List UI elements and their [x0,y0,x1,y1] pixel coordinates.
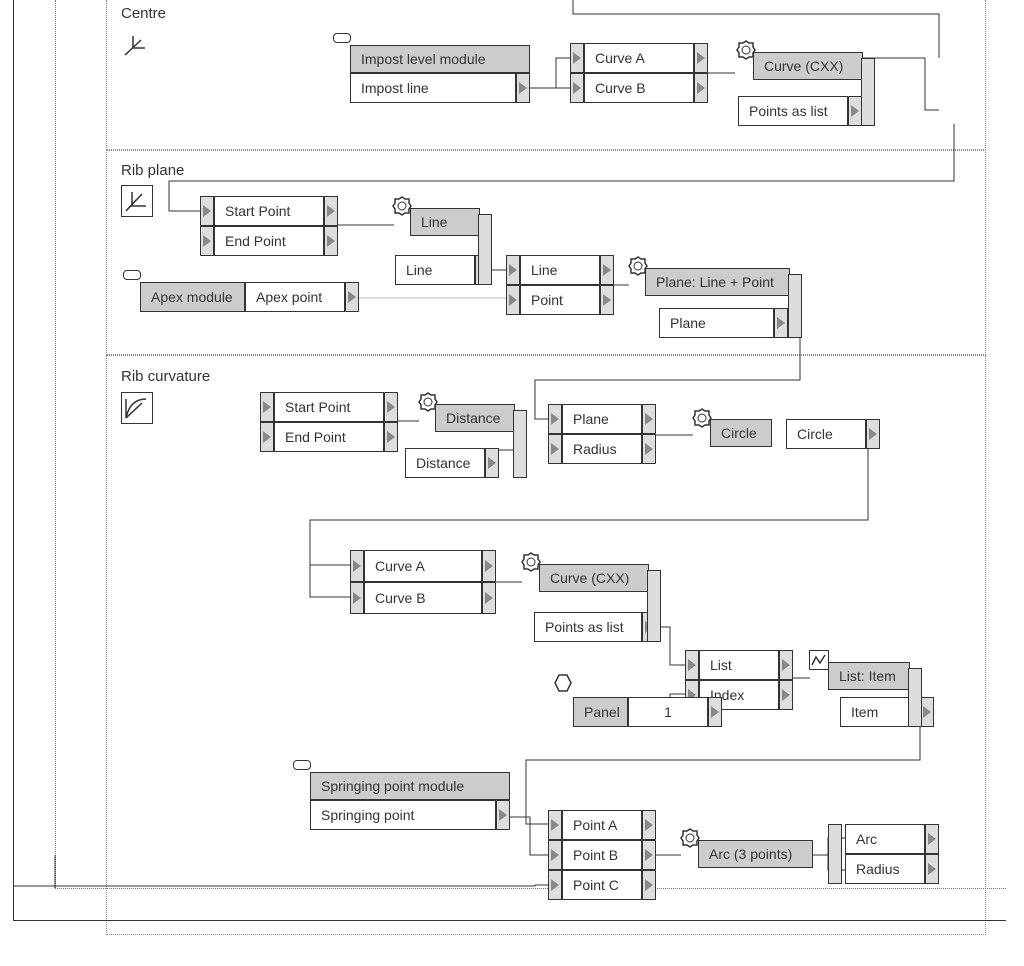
line-node: Line [410,208,480,236]
line-node-out: Line [395,255,489,285]
curve-cxx-1-node: Curve (CXX) [753,52,863,80]
impost-module-node: Impost level module Impost line [350,45,530,103]
curve-cxx-2-out: Points as list [534,612,656,642]
ribplane-icon [121,185,153,217]
start-end-2-node: Start Point End Point [260,392,398,452]
distance-node-out: Distance [405,448,499,478]
distance-node: Distance [435,404,515,432]
section-ribplane-label: Rib plane [121,162,184,179]
pill-icon [293,760,311,770]
gear-icon [392,196,412,216]
plane-lp-out: Plane [659,308,788,338]
plane-lp-node: Plane: Line + Point [645,268,790,296]
gear-icon [521,552,541,572]
points-abc-node: Point A Point B Point C [548,810,656,900]
plane-radius-node: Plane Radius [548,404,656,464]
line-point-node: Line Point [506,255,614,315]
panel-node: Panel 1 [573,697,722,727]
gear-icon [680,828,700,848]
circle-out-node: Circle [786,419,880,449]
gear-icon [692,408,712,428]
curve-cxx-1-out: Points as list [738,96,862,126]
arc3-outputs: Arc Radius [845,824,939,884]
circle-header-node: Circle [710,419,772,447]
pill-icon [123,270,141,280]
hexagon-icon [554,674,572,692]
ribcurv-icon [121,392,153,424]
section-centre-label: Centre [121,5,166,22]
start-end-1-node: Start Point End Point [200,196,338,256]
arc3-node: Arc (3 points) [698,840,813,868]
chart-icon [809,650,829,670]
apex-module-node: Apex module Apex point [140,282,359,312]
list-item-node: List: Item [828,662,910,690]
curve-ab-2-node: Curve A Curve B [350,550,496,614]
curve-ab-1-node: Curve A Curve B [570,43,708,103]
centre-icon [121,30,151,60]
springing-node: Springing point module Springing point [310,772,510,830]
pill-icon [333,33,351,43]
curve-cxx-2-node: Curve (CXX) [539,564,649,592]
section-ribcurv-label: Rib curvature [121,368,210,385]
